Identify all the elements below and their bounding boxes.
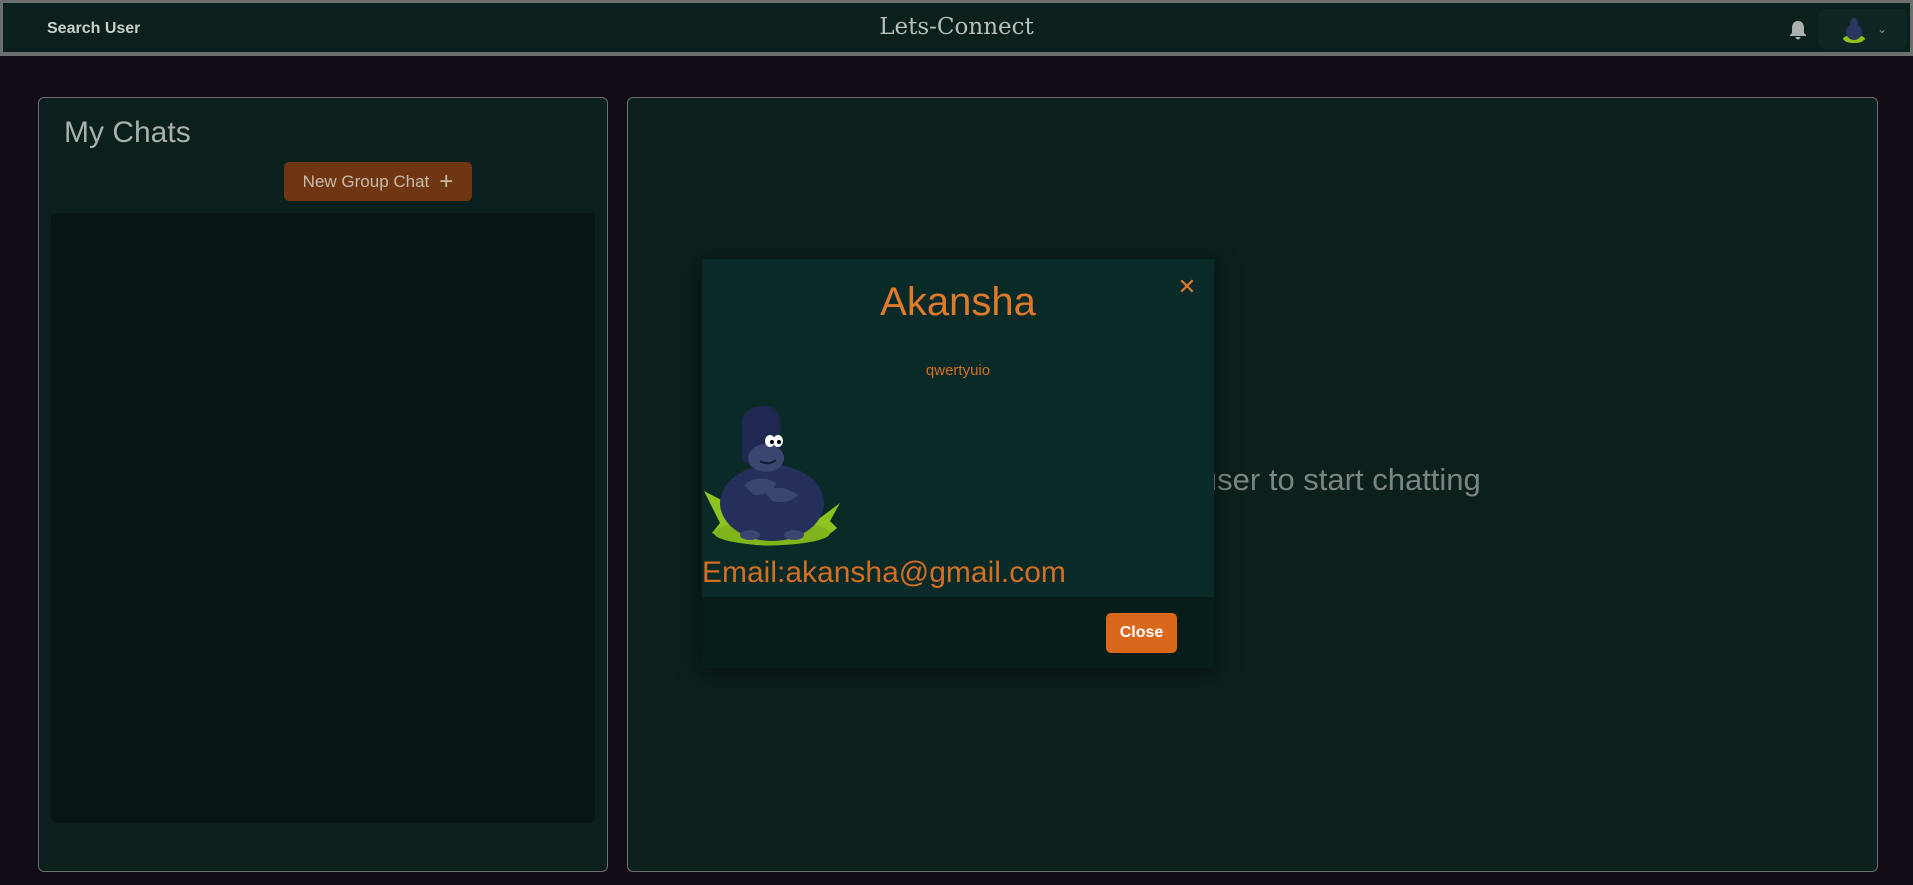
top-bar: Search User Lets-Connect ⌄ (0, 0, 1913, 56)
plus-icon: + (439, 167, 454, 195)
app-title: Lets-Connect (879, 14, 1034, 40)
new-group-chat-button[interactable]: New Group Chat + (284, 162, 472, 201)
profile-name: Akansha (880, 280, 1036, 324)
profile-email: Email:akansha@gmail.com (702, 556, 1066, 589)
notification-bell-icon[interactable] (1786, 17, 1810, 43)
close-icon[interactable]: ✕ (1173, 273, 1201, 301)
my-chats-panel: My Chats New Group Chat + (38, 97, 608, 872)
profile-subtitle: qwertyuio (925, 362, 991, 379)
avatar (1838, 14, 1869, 44)
profile-modal: Akansha ✕ qwertyuio Email:akansha@gmail.… (702, 259, 1214, 668)
profile-menu-button[interactable]: ⌄ (1819, 9, 1907, 49)
my-chats-title: My Chats (64, 116, 191, 149)
new-group-chat-label: New Group Chat (302, 171, 430, 191)
chevron-down-icon: ⌄ (1876, 22, 1888, 36)
chat-list[interactable] (51, 213, 595, 823)
profile-picture (702, 403, 842, 553)
close-button[interactable]: Close (1106, 613, 1177, 653)
